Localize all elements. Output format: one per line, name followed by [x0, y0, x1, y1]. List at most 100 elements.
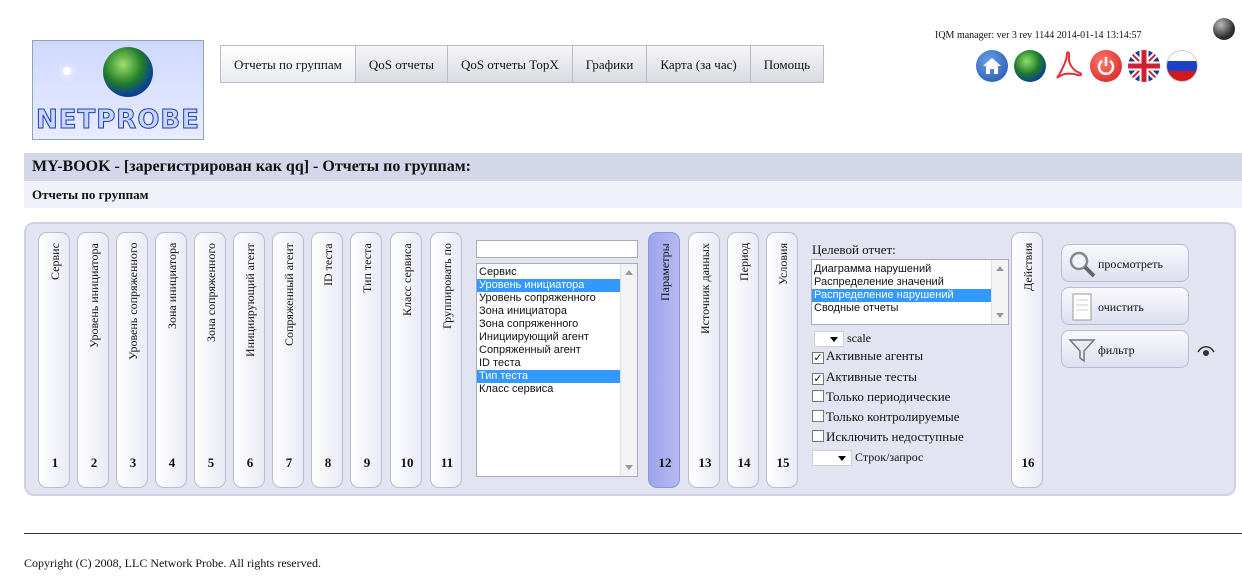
scale-select[interactable]: scale: [814, 331, 871, 348]
tab-label: Условия: [775, 243, 790, 285]
tab-service[interactable]: Сервис 1: [38, 232, 70, 488]
list-option[interactable]: Распределение значений: [812, 276, 1008, 289]
scroll-up-icon[interactable]: [625, 270, 633, 275]
tab-number: 9: [363, 455, 371, 470]
group-by-list[interactable]: Сервис Уровень инициатора Уровень сопряж…: [476, 263, 638, 477]
checkbox-exclude-unavailable[interactable]: Исключить недоступные: [812, 429, 964, 445]
menu-item-help[interactable]: Помощь: [750, 45, 825, 83]
tab-number: 1: [51, 455, 59, 470]
checkbox-box[interactable]: [812, 430, 824, 442]
logo-text: NETPROBE: [35, 105, 200, 136]
menu-item-qos-topx[interactable]: QoS отчеты TopX: [447, 45, 573, 83]
scroll-down-icon[interactable]: [996, 313, 1004, 318]
group-list-scrollbar[interactable]: [620, 264, 637, 476]
target-report-label: Целевой отчет:: [812, 242, 896, 257]
list-option[interactable]: Уровень сопряженного: [477, 292, 637, 305]
tab-label: Период: [736, 243, 751, 282]
list-option[interactable]: Распределение нарушений: [812, 289, 1008, 302]
clear-button-label: очистить: [1098, 300, 1144, 314]
rows-dropdown[interactable]: [812, 450, 852, 467]
tab-label: Источник данных: [697, 243, 712, 334]
list-option[interactable]: Класс сервиса: [477, 383, 637, 396]
globe-icon[interactable]: [1014, 50, 1046, 82]
group-by-input[interactable]: [476, 240, 638, 258]
checkbox-box[interactable]: [812, 390, 824, 402]
uk-flag-icon[interactable]: [1128, 50, 1160, 82]
list-option[interactable]: Уровень инициатора: [477, 279, 637, 292]
tab-label: Зона сопряженного: [203, 243, 218, 342]
tab-period[interactable]: Период 14: [727, 232, 759, 488]
list-option[interactable]: Инициирующий агент: [477, 331, 637, 344]
version-text: IQM manager: ver 3 rev 1144 2014-01-14 1…: [935, 30, 1142, 41]
list-option[interactable]: ID теста: [477, 357, 637, 370]
tab-initiator-level[interactable]: Уровень инициатора 2: [77, 232, 109, 488]
tab-service-class[interactable]: Класс сервиса 10: [390, 232, 422, 488]
chevron-down-icon: [838, 456, 846, 462]
scroll-up-icon[interactable]: [996, 266, 1004, 271]
clear-button[interactable]: очистить: [1061, 287, 1189, 325]
tab-actions[interactable]: Действия 16: [1011, 232, 1043, 488]
netprobe-logo: NETPROBE: [32, 40, 204, 140]
status-ball-icon: [1213, 18, 1235, 40]
list-option[interactable]: Зона инициатора: [477, 305, 637, 318]
checkbox-label: Исключить недоступные: [826, 429, 964, 444]
pdf-icon[interactable]: [1052, 50, 1084, 82]
tab-test-type[interactable]: Тип теста 9: [350, 232, 382, 488]
checkbox-box[interactable]: [812, 410, 824, 422]
rows-per-request-select[interactable]: Строк/запрос: [812, 450, 924, 467]
tab-number: 2: [90, 455, 98, 470]
menu-item-map[interactable]: Карта (за час): [647, 45, 751, 83]
page-title: MY-BOOK - [зарегистрирован как qq] - Отч…: [24, 153, 1242, 181]
checkbox-active-agents[interactable]: ✓ Активные агенты: [812, 348, 923, 364]
list-option[interactable]: Тип теста: [477, 370, 637, 383]
list-option[interactable]: Диаграмма нарушений: [812, 263, 1008, 276]
list-option[interactable]: Сопряженный агент: [477, 344, 637, 357]
checkbox-label: Активные агенты: [826, 348, 924, 363]
tab-label: Сервис: [47, 243, 62, 280]
rows-label: Строк/запрос: [855, 450, 924, 464]
checkbox-box[interactable]: ✓: [812, 373, 824, 385]
view-button-label: просмотреть: [1098, 257, 1163, 271]
tab-initiating-agent[interactable]: Инициирующий агент 6: [233, 232, 265, 488]
tab-conditions[interactable]: Условия 15: [766, 232, 798, 488]
list-option[interactable]: Сводные отчеты: [812, 302, 1008, 315]
tab-label: Уровень инициатора: [86, 243, 101, 348]
home-icon[interactable]: [976, 50, 1008, 82]
tab-parameters[interactable]: Параметры 12: [648, 232, 680, 488]
scroll-down-icon[interactable]: [625, 465, 633, 470]
tab-group-by[interactable]: Группировать по 11: [430, 232, 462, 488]
view-button[interactable]: просмотреть: [1061, 244, 1189, 282]
checkbox-active-tests[interactable]: ✓ Активные тесты: [812, 369, 917, 385]
tab-number: 15: [776, 455, 790, 470]
tab-number: 12: [658, 455, 672, 470]
checkbox-box[interactable]: ✓: [812, 352, 824, 364]
tab-label: Тип теста: [359, 243, 374, 293]
menu-item-group-reports[interactable]: Отчеты по группам: [220, 45, 356, 83]
filter-button[interactable]: фильтр: [1061, 330, 1189, 368]
tab-peer-agent[interactable]: Сопряженный агент 7: [272, 232, 304, 488]
power-icon[interactable]: [1090, 50, 1122, 82]
tab-number: 7: [285, 455, 293, 470]
checkbox-label: Только контролируемые: [826, 409, 960, 424]
list-option[interactable]: Сервис: [477, 266, 637, 279]
tab-initiator-zone[interactable]: Зона инициатора 4: [155, 232, 187, 488]
tab-data-source[interactable]: Источник данных 13: [688, 232, 720, 488]
target-report-list[interactable]: Диаграмма нарушений Распределение значен…: [811, 259, 1009, 325]
menu-item-charts[interactable]: Графики: [572, 45, 648, 83]
eye-icon[interactable]: [1197, 345, 1215, 359]
tab-test-id[interactable]: ID теста 8: [311, 232, 343, 488]
tab-label: Инициирующий агент: [242, 243, 257, 357]
tab-label: Класс сервиса: [399, 243, 414, 316]
scale-dropdown[interactable]: [814, 331, 844, 348]
menu-item-qos-reports[interactable]: QoS отчеты: [355, 45, 448, 83]
target-list-scrollbar[interactable]: [991, 260, 1008, 324]
tab-peer-level[interactable]: Уровень сопряженного 3: [116, 232, 148, 488]
tab-number: 10: [400, 455, 414, 470]
checkbox-monitored-only[interactable]: Только контролируемые: [812, 409, 960, 425]
list-option[interactable]: Зона сопряженного: [477, 318, 637, 331]
tab-peer-zone[interactable]: Зона сопряженного 5: [194, 232, 226, 488]
magnifier-icon: [1068, 250, 1096, 278]
chevron-down-icon: [830, 337, 838, 343]
russia-flag-icon[interactable]: [1166, 50, 1198, 82]
checkbox-periodic-only[interactable]: Только периодические: [812, 389, 950, 405]
